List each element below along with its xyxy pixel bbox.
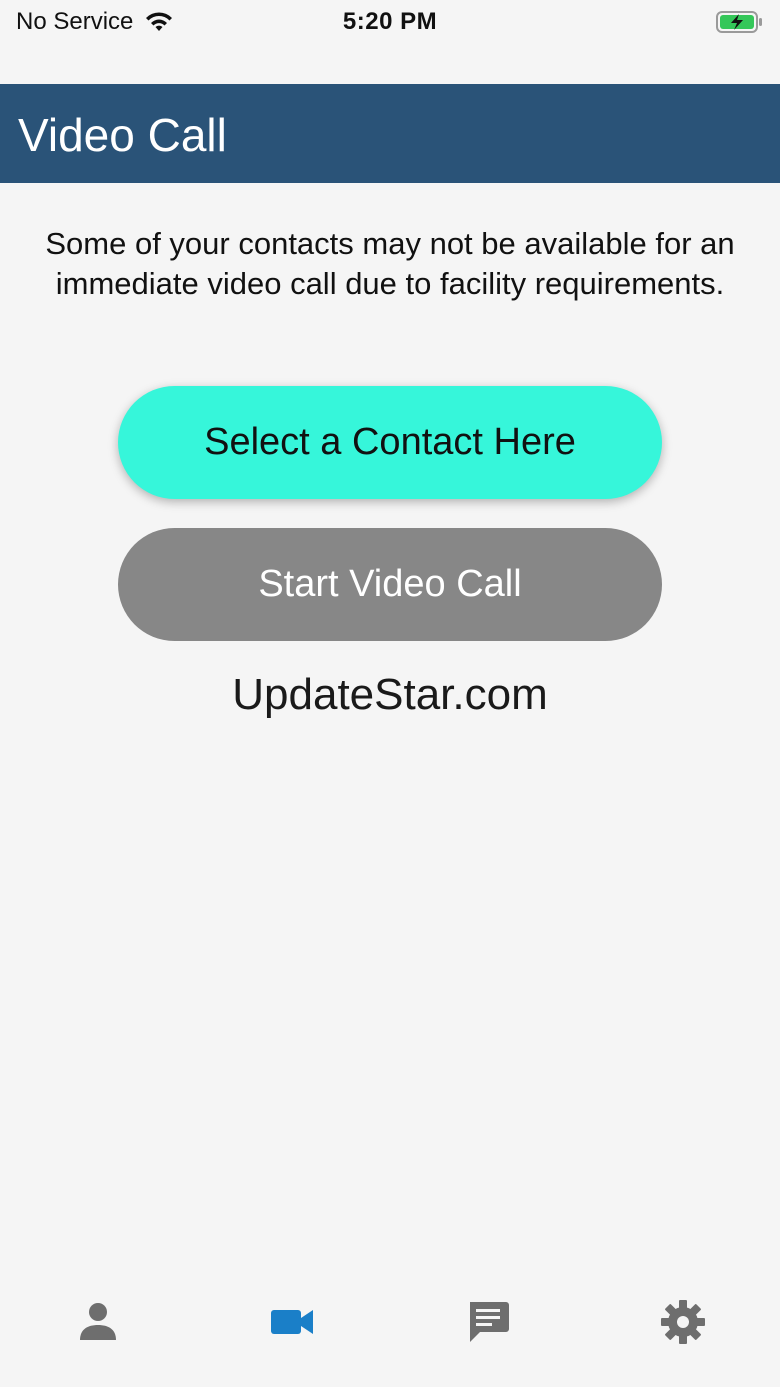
gear-icon [661,1300,705,1344]
person-icon [80,1303,116,1340]
chat-message-icon [470,1302,509,1342]
tab-messages[interactable] [448,1292,528,1352]
tab-bar [0,1270,780,1387]
video-camera-icon [271,1310,313,1334]
tab-settings[interactable] [643,1292,723,1352]
screen: No Service 5:20 PM Video Call Some of yo… [0,0,780,1387]
status-time: 5:20 PM [342,8,438,35]
nav-bar: Video Call [0,84,780,183]
page-title: Video Call [18,109,227,161]
tab-video-call[interactable] [253,1292,333,1352]
watermark-text: UpdateStar.com [232,670,548,719]
status-bar: No Service 5:20 PM [0,0,780,84]
availability-notice: Some of your contacts may not be availab… [45,226,735,301]
tab-contacts[interactable] [58,1292,138,1352]
battery-charging-icon [716,11,762,33]
start-video-call-button[interactable]: Start Video Call [118,528,662,641]
select-contact-label: Select a Contact Here [204,421,576,463]
select-contact-button[interactable]: Select a Contact Here [118,386,662,499]
start-video-call-label: Start Video Call [258,563,522,605]
